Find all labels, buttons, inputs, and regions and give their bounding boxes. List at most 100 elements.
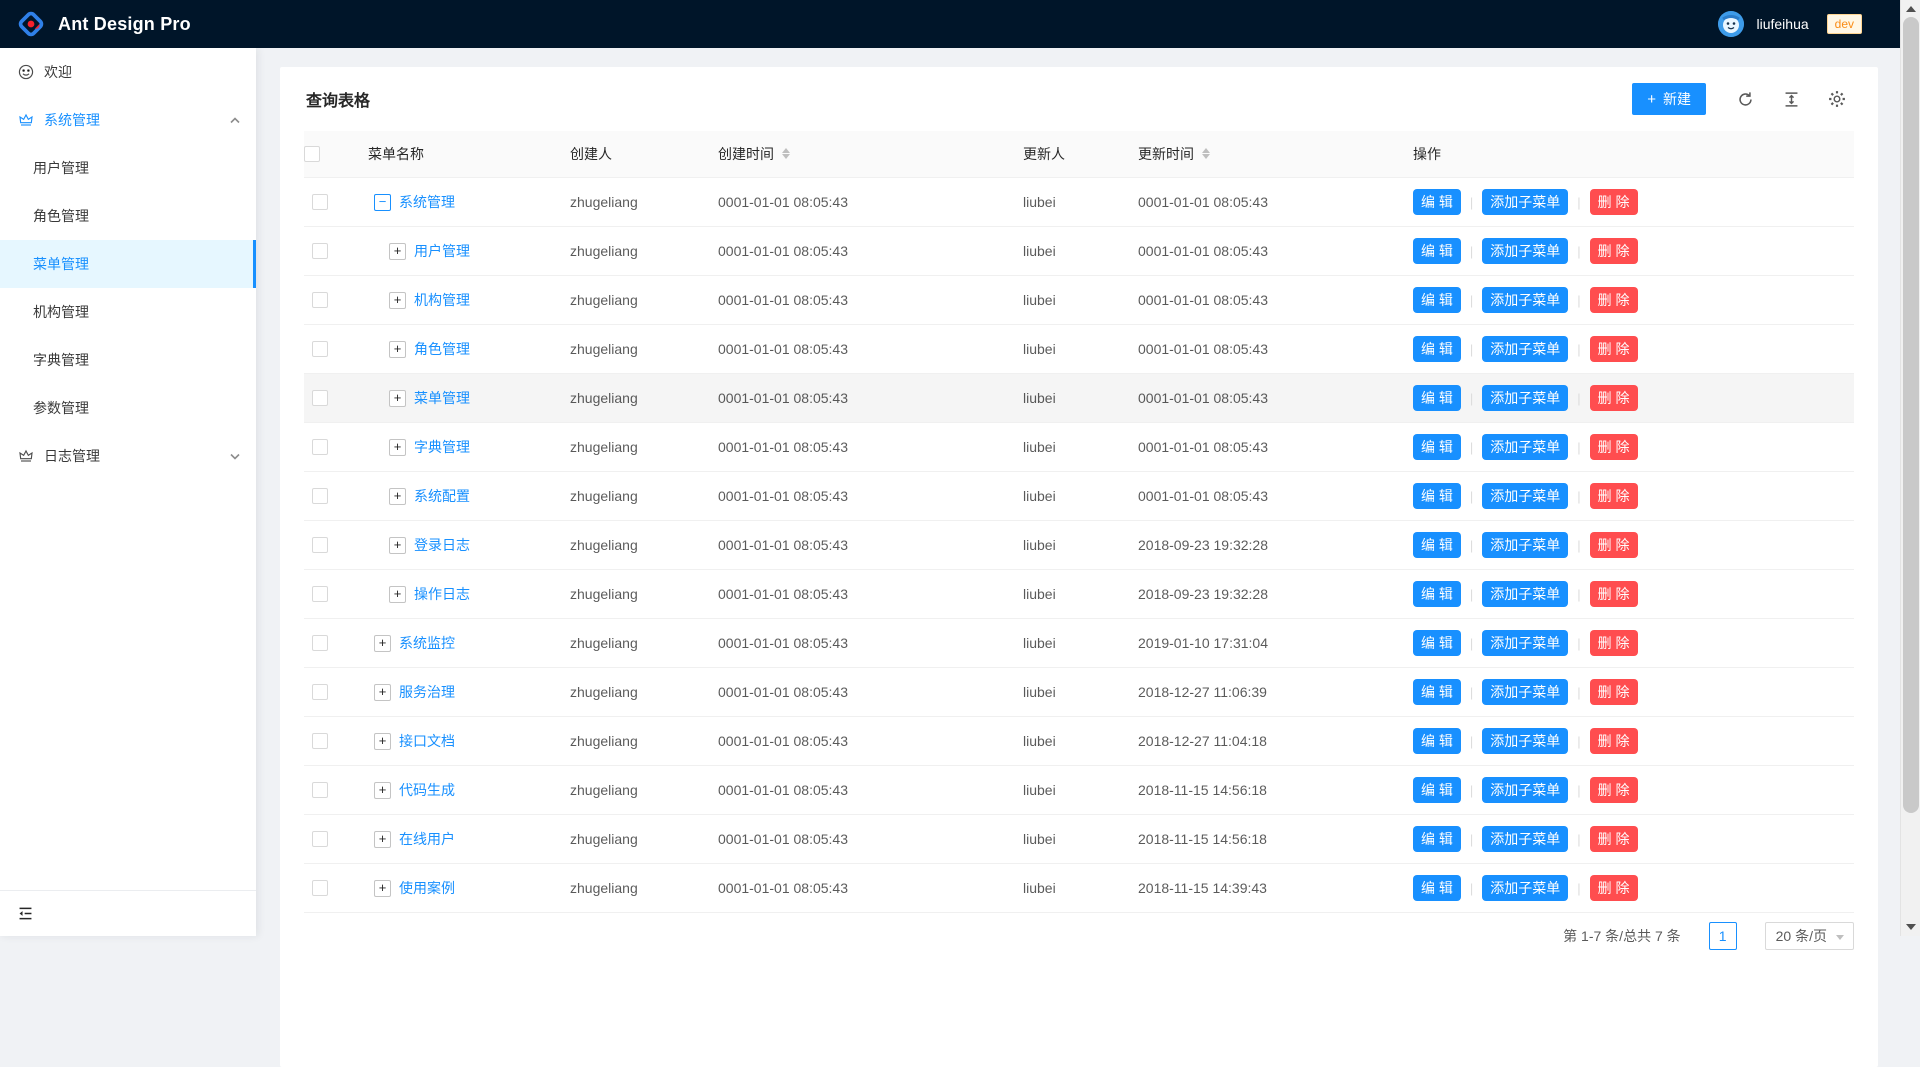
setting-icon[interactable] — [1820, 83, 1854, 115]
scrollbar-thumb[interactable] — [1903, 17, 1919, 813]
add-submenu-button[interactable]: 添加子菜单 — [1482, 875, 1568, 901]
sidebar-item-8[interactable]: 日志管理 — [0, 432, 256, 480]
delete-button[interactable]: 删 除 — [1590, 875, 1638, 901]
add-submenu-button[interactable]: 添加子菜单 — [1482, 581, 1568, 607]
expand-row-icon[interactable]: + — [374, 831, 391, 848]
delete-button[interactable]: 删 除 — [1590, 483, 1638, 509]
menu-name-link[interactable]: 字典管理 — [414, 439, 470, 455]
sorter-icon[interactable] — [782, 148, 790, 159]
add-submenu-button[interactable]: 添加子菜单 — [1482, 385, 1568, 411]
menu-name-link[interactable]: 菜单管理 — [414, 390, 470, 406]
expand-row-icon[interactable]: + — [374, 733, 391, 750]
row-checkbox[interactable] — [312, 194, 328, 210]
menu-name-link[interactable]: 接口文档 — [399, 733, 455, 749]
expand-row-icon[interactable]: + — [374, 684, 391, 701]
edit-button[interactable]: 编 辑 — [1413, 238, 1461, 264]
add-submenu-button[interactable]: 添加子菜单 — [1482, 728, 1568, 754]
add-submenu-button[interactable]: 添加子菜单 — [1482, 826, 1568, 852]
expand-row-icon[interactable]: + — [389, 586, 406, 603]
edit-button[interactable]: 编 辑 — [1413, 532, 1461, 558]
add-submenu-button[interactable]: 添加子菜单 — [1482, 483, 1568, 509]
delete-button[interactable]: 删 除 — [1590, 728, 1638, 754]
column-height-icon[interactable] — [1774, 83, 1808, 115]
sidebar-item-2[interactable]: 用户管理 — [0, 144, 256, 192]
expand-row-icon[interactable]: + — [389, 488, 406, 505]
delete-button[interactable]: 删 除 — [1590, 532, 1638, 558]
delete-button[interactable]: 删 除 — [1590, 287, 1638, 313]
edit-button[interactable]: 编 辑 — [1413, 336, 1461, 362]
sidebar-item-0[interactable]: 欢迎 — [0, 48, 256, 96]
edit-button[interactable]: 编 辑 — [1413, 434, 1461, 460]
menu-name-link[interactable]: 登录日志 — [414, 537, 470, 553]
menu-name-link[interactable]: 系统配置 — [414, 488, 470, 504]
menu-name-link[interactable]: 角色管理 — [414, 341, 470, 357]
delete-button[interactable]: 删 除 — [1590, 238, 1638, 264]
expand-row-icon[interactable]: + — [374, 782, 391, 799]
scroll-up-arrow-icon[interactable] — [1906, 6, 1916, 12]
add-submenu-button[interactable]: 添加子菜单 — [1482, 238, 1568, 264]
sidebar-item-4[interactable]: 菜单管理 — [0, 240, 256, 288]
menu-name-link[interactable]: 系统监控 — [399, 635, 455, 651]
row-checkbox[interactable] — [312, 880, 328, 896]
new-button[interactable]: + 新建 — [1632, 83, 1706, 115]
edit-button[interactable]: 编 辑 — [1413, 777, 1461, 803]
row-checkbox[interactable] — [312, 439, 328, 455]
expand-row-icon[interactable]: + — [389, 292, 406, 309]
edit-button[interactable]: 编 辑 — [1413, 385, 1461, 411]
sidebar-item-6[interactable]: 字典管理 — [0, 336, 256, 384]
add-submenu-button[interactable]: 添加子菜单 — [1482, 287, 1568, 313]
delete-button[interactable]: 删 除 — [1590, 189, 1638, 215]
delete-button[interactable]: 删 除 — [1590, 826, 1638, 852]
delete-button[interactable]: 删 除 — [1590, 385, 1638, 411]
menu-name-link[interactable]: 机构管理 — [414, 292, 470, 308]
edit-button[interactable]: 编 辑 — [1413, 728, 1461, 754]
page-scrollbar[interactable] — [1900, 0, 1920, 936]
menu-name-link[interactable]: 系统管理 — [399, 194, 455, 210]
expand-row-icon[interactable]: + — [389, 341, 406, 358]
menu-name-link[interactable]: 代码生成 — [399, 782, 455, 798]
row-checkbox[interactable] — [312, 733, 328, 749]
expand-row-icon[interactable]: + — [374, 880, 391, 897]
select-all-checkbox[interactable] — [304, 146, 320, 162]
row-checkbox[interactable] — [312, 586, 328, 602]
row-checkbox[interactable] — [312, 390, 328, 406]
menu-name-link[interactable]: 使用案例 — [399, 880, 455, 896]
expand-row-icon[interactable]: + — [389, 537, 406, 554]
add-submenu-button[interactable]: 添加子菜单 — [1482, 630, 1568, 656]
delete-button[interactable]: 删 除 — [1590, 434, 1638, 460]
expand-row-icon[interactable]: + — [389, 439, 406, 456]
col-created-time[interactable]: 创建时间 — [702, 131, 1007, 177]
sidebar-item-1[interactable]: 系统管理 — [0, 96, 256, 144]
row-checkbox[interactable] — [312, 537, 328, 553]
edit-button[interactable]: 编 辑 — [1413, 875, 1461, 901]
edit-button[interactable]: 编 辑 — [1413, 826, 1461, 852]
row-checkbox[interactable] — [312, 831, 328, 847]
col-updated-time[interactable]: 更新时间 — [1122, 131, 1397, 177]
menu-name-link[interactable]: 操作日志 — [414, 586, 470, 602]
sidebar-item-7[interactable]: 参数管理 — [0, 384, 256, 432]
sidebar-collapse-trigger[interactable] — [0, 890, 256, 936]
menu-name-link[interactable]: 用户管理 — [414, 243, 470, 259]
sidebar-item-3[interactable]: 角色管理 — [0, 192, 256, 240]
delete-button[interactable]: 删 除 — [1590, 630, 1638, 656]
scroll-down-arrow-icon[interactable] — [1906, 924, 1916, 930]
add-submenu-button[interactable]: 添加子菜单 — [1482, 189, 1568, 215]
edit-button[interactable]: 编 辑 — [1413, 287, 1461, 313]
row-checkbox[interactable] — [312, 243, 328, 259]
delete-button[interactable]: 删 除 — [1590, 581, 1638, 607]
reload-icon[interactable] — [1728, 83, 1762, 115]
delete-button[interactable]: 删 除 — [1590, 679, 1638, 705]
delete-button[interactable]: 删 除 — [1590, 777, 1638, 803]
username[interactable]: liufeihua — [1756, 16, 1808, 32]
expand-row-icon[interactable]: + — [389, 390, 406, 407]
edit-button[interactable]: 编 辑 — [1413, 679, 1461, 705]
menu-name-link[interactable]: 服务治理 — [399, 684, 455, 700]
edit-button[interactable]: 编 辑 — [1413, 581, 1461, 607]
row-checkbox[interactable] — [312, 292, 328, 308]
edit-button[interactable]: 编 辑 — [1413, 630, 1461, 656]
edit-button[interactable]: 编 辑 — [1413, 189, 1461, 215]
sidebar-item-5[interactable]: 机构管理 — [0, 288, 256, 336]
menu-name-link[interactable]: 在线用户 — [399, 831, 455, 847]
app-logo-link[interactable]: Ant Design Pro — [16, 9, 191, 39]
row-checkbox[interactable] — [312, 488, 328, 504]
